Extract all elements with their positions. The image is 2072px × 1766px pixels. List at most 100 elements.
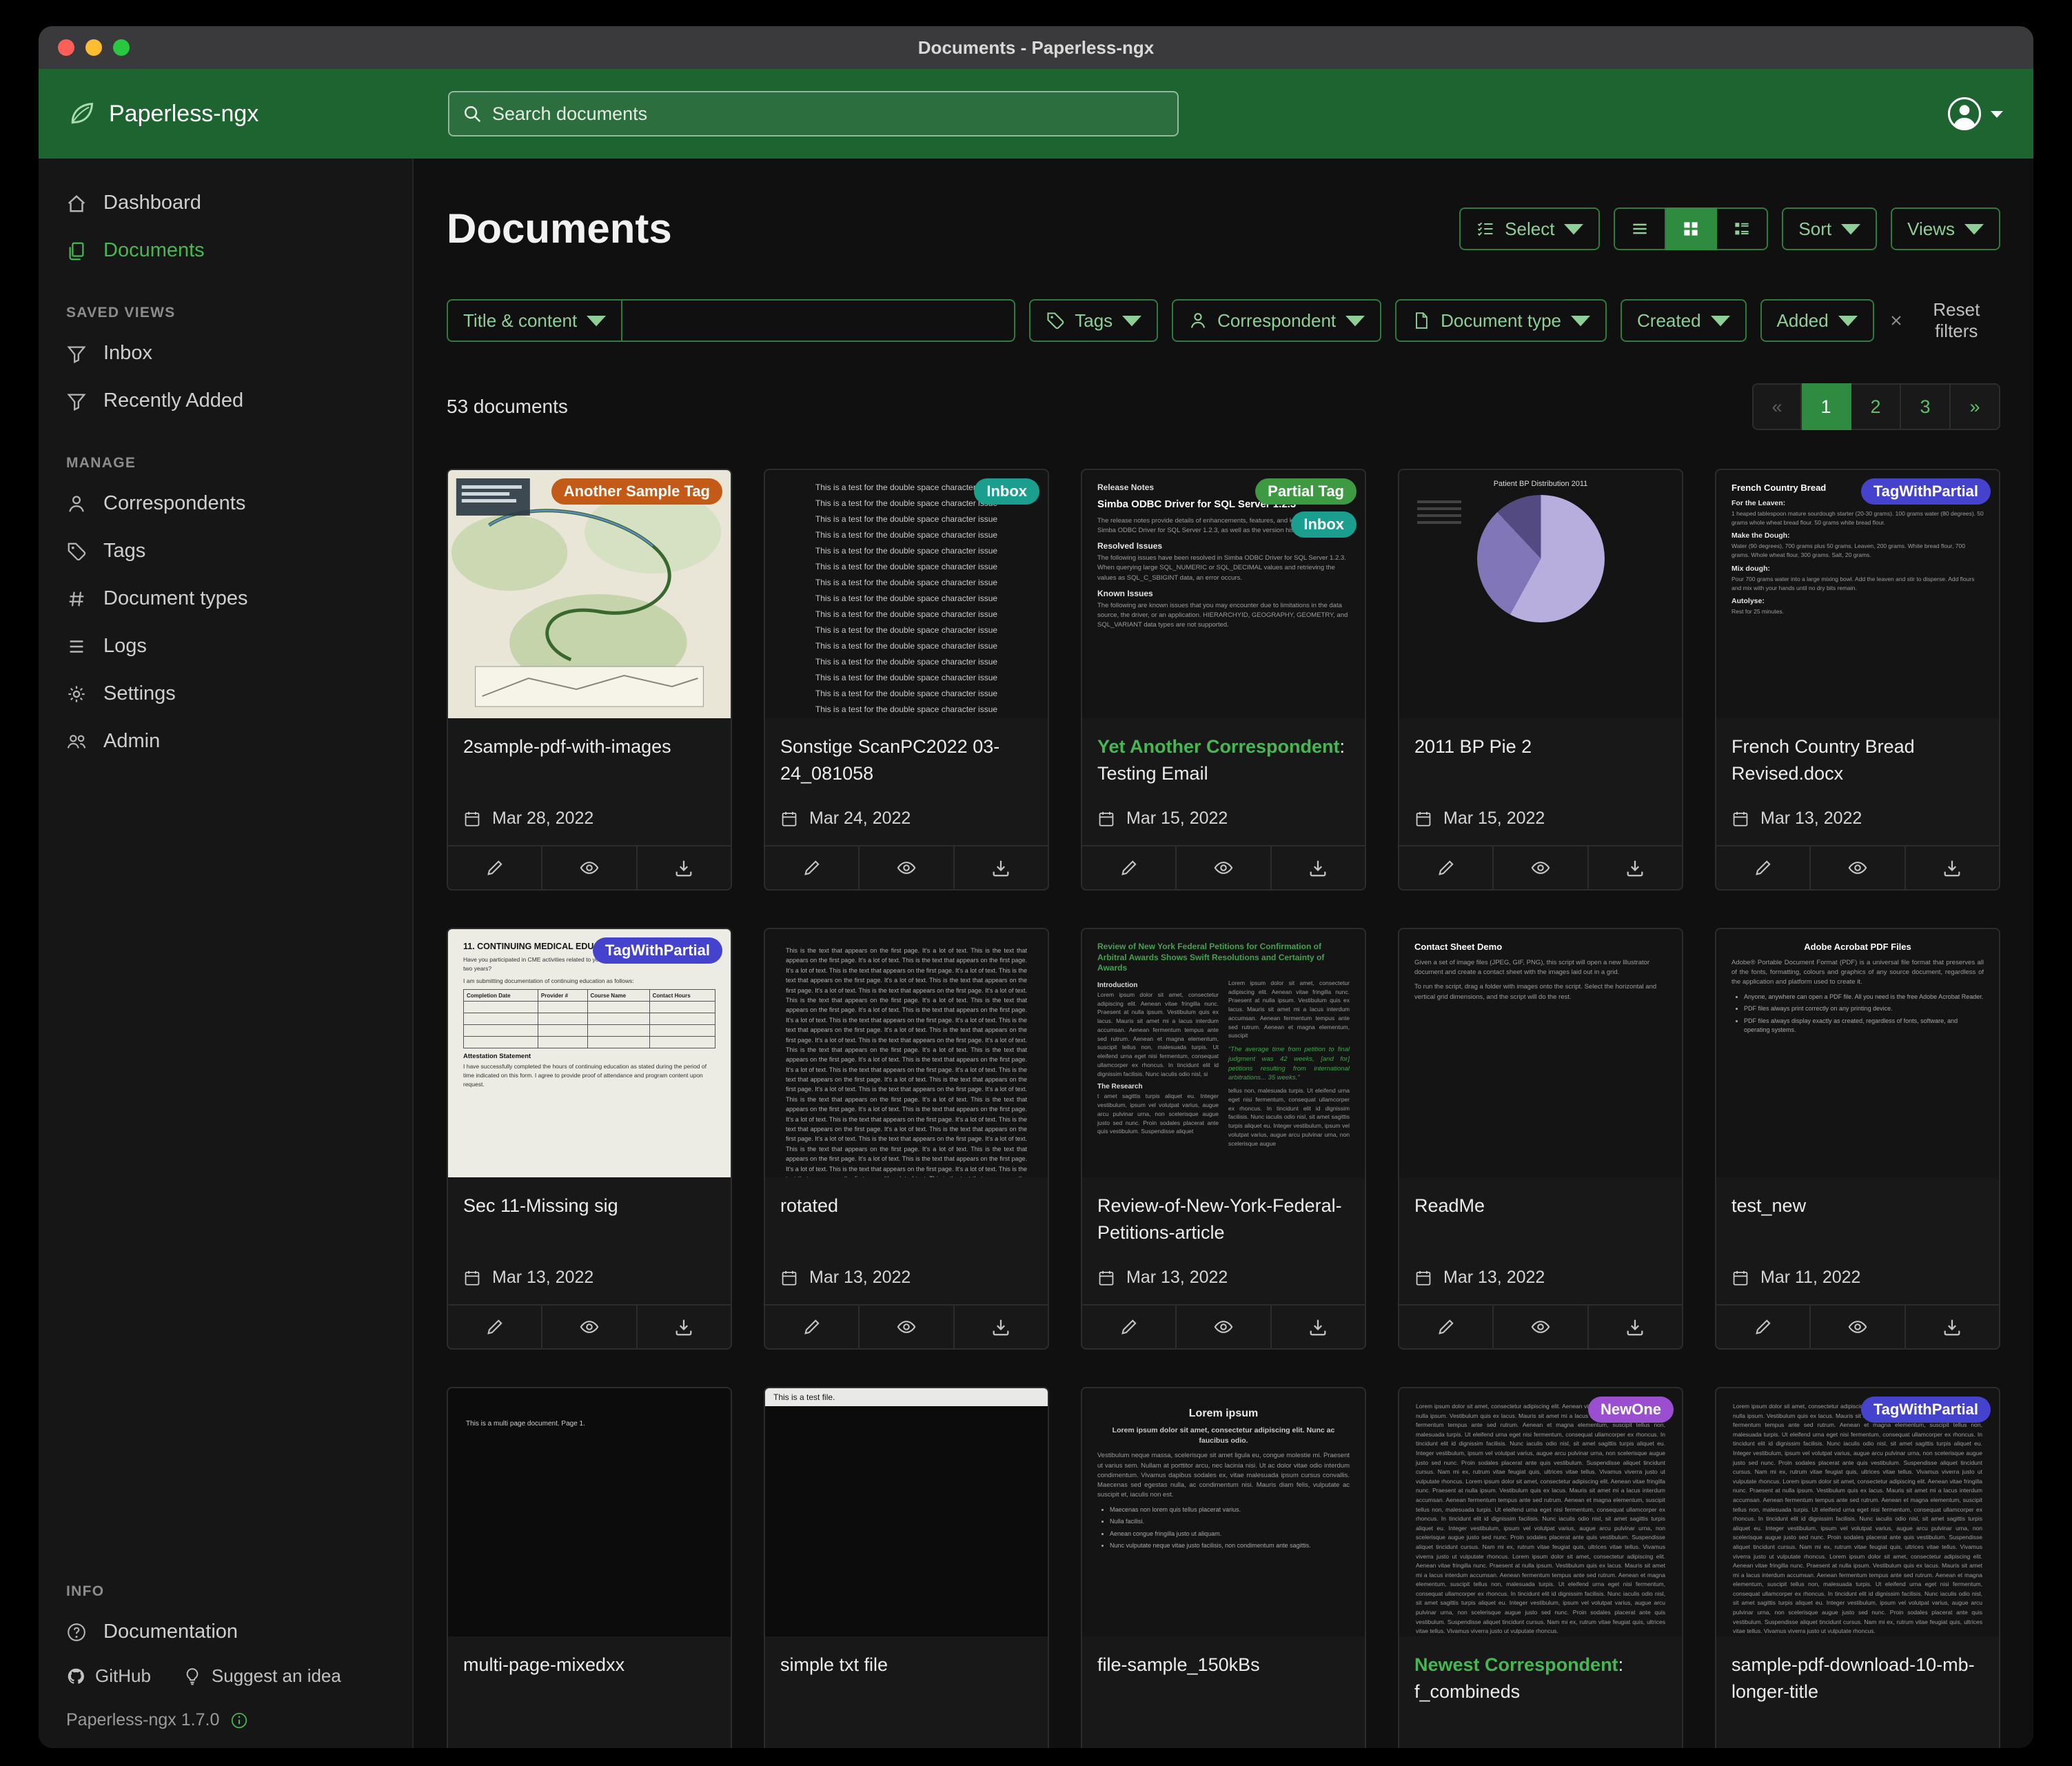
- views-dropdown[interactable]: Views: [1891, 207, 2000, 250]
- brand[interactable]: Paperless-ngx: [39, 99, 414, 129]
- sidebar-item-documents[interactable]: Documents: [39, 227, 412, 274]
- download-document-button[interactable]: [953, 846, 1048, 889]
- sidebar-item-settings[interactable]: Settings: [39, 670, 412, 718]
- document-type-filter[interactable]: Document type: [1395, 299, 1607, 342]
- edit-document-button[interactable]: [1082, 846, 1175, 889]
- view-document-button[interactable]: [541, 846, 636, 889]
- view-document-button[interactable]: [1492, 846, 1587, 889]
- document-card[interactable]: This is a test for the double space char…: [764, 469, 1049, 891]
- edit-document-button[interactable]: [765, 1306, 858, 1348]
- correspondent-filter[interactable]: Correspondent: [1172, 299, 1381, 342]
- document-title[interactable]: ReadMe: [1399, 1177, 1682, 1224]
- sidebar-item-correspondents[interactable]: Correspondents: [39, 480, 412, 527]
- search-input[interactable]: [492, 103, 1165, 125]
- edit-document-button[interactable]: [1082, 1306, 1175, 1348]
- download-document-button[interactable]: [1587, 846, 1682, 889]
- info-icon[interactable]: [230, 1712, 248, 1729]
- document-correspondent[interactable]: Newest Correspondent: [1414, 1654, 1618, 1675]
- download-document-button[interactable]: [636, 1306, 731, 1348]
- document-title[interactable]: Review-of-New-York-Federal-Petitions-art…: [1082, 1177, 1365, 1250]
- sort-dropdown[interactable]: Sort: [1782, 207, 1877, 250]
- user-menu[interactable]: [1947, 96, 2033, 132]
- edit-document-button[interactable]: [448, 1306, 541, 1348]
- document-card[interactable]: French Country BreadFor the Leaven:1 hea…: [1715, 469, 2000, 891]
- view-document-button[interactable]: [858, 846, 953, 889]
- edit-document-button[interactable]: [1716, 1306, 1809, 1348]
- pagination-page-3[interactable]: 3: [1901, 383, 1951, 430]
- view-document-button[interactable]: [541, 1306, 636, 1348]
- tag-badge[interactable]: Another Sample Tag: [551, 478, 722, 505]
- tag-badge[interactable]: TagWithPartial: [1861, 1397, 1991, 1423]
- fullscreen-window-button[interactable]: [113, 39, 130, 56]
- document-title[interactable]: Newest Correspondent: f_combineds: [1399, 1636, 1682, 1709]
- view-document-button[interactable]: [1492, 1306, 1587, 1348]
- download-document-button[interactable]: [1587, 1306, 1682, 1348]
- download-document-button[interactable]: [1905, 1306, 1999, 1348]
- document-card[interactable]: Another Sample Tag 2sample-pdf-with-image…: [447, 469, 732, 891]
- document-title[interactable]: Sonstige ScanPC2022 03-24_081058: [765, 718, 1048, 791]
- sidebar-item-tags[interactable]: Tags: [39, 527, 412, 575]
- view-detail-button[interactable]: [1717, 207, 1768, 250]
- view-document-button[interactable]: [1809, 1306, 1904, 1348]
- added-filter[interactable]: Added: [1760, 299, 1874, 342]
- tag-badge[interactable]: TagWithPartial: [593, 937, 722, 964]
- sidebar-item-documentation[interactable]: Documentation: [39, 1608, 412, 1656]
- view-document-button[interactable]: [1809, 846, 1904, 889]
- pagination-next[interactable]: »: [1951, 383, 2000, 430]
- download-document-button[interactable]: [1270, 1306, 1365, 1348]
- download-document-button[interactable]: [636, 846, 731, 889]
- download-document-button[interactable]: [1270, 846, 1365, 889]
- created-filter[interactable]: Created: [1621, 299, 1747, 342]
- document-title[interactable]: Yet Another Correspondent: Testing Email: [1082, 718, 1365, 791]
- sidebar-item-document-types[interactable]: Document types: [39, 575, 412, 622]
- minimize-window-button[interactable]: [85, 39, 102, 56]
- document-card[interactable]: Contact Sheet DemoGiven a set of image f…: [1398, 928, 1683, 1350]
- document-card[interactable]: 11. CONTINUING MEDICAL EDUCATIONHave you…: [447, 928, 732, 1350]
- github-link[interactable]: GitHub: [66, 1665, 151, 1687]
- document-card[interactable]: Patient BP Distribution 20112011 BP Pie …: [1398, 469, 1683, 891]
- document-card[interactable]: Lorem ipsumLorem ipsum dolor sit amet, c…: [1081, 1387, 1366, 1748]
- view-document-button[interactable]: [1175, 846, 1270, 889]
- view-document-button[interactable]: [1175, 1306, 1270, 1348]
- document-title[interactable]: Sec 11-Missing sig: [448, 1177, 731, 1224]
- close-window-button[interactable]: [58, 39, 74, 56]
- select-dropdown[interactable]: Select: [1459, 207, 1600, 250]
- edit-document-button[interactable]: [448, 846, 541, 889]
- document-card[interactable]: Adobe Acrobat PDF FilesAdobe® Portable D…: [1715, 928, 2000, 1350]
- download-document-button[interactable]: [1905, 846, 1999, 889]
- document-card[interactable]: This is a test file.simple txt file: [764, 1387, 1049, 1748]
- sidebar-item-admin[interactable]: Admin: [39, 718, 412, 765]
- document-title[interactable]: rotated: [765, 1177, 1048, 1224]
- download-document-button[interactable]: [953, 1306, 1048, 1348]
- suggest-idea-link[interactable]: Suggest an idea: [183, 1665, 341, 1687]
- edit-document-button[interactable]: [1716, 846, 1809, 889]
- document-card[interactable]: Lorem ipsum dolor sit amet, consectetur …: [1398, 1387, 1683, 1748]
- tag-badge[interactable]: TagWithPartial: [1861, 478, 1991, 505]
- document-title[interactable]: 2011 BP Pie 2: [1399, 718, 1682, 764]
- tag-badge[interactable]: Inbox: [974, 478, 1039, 505]
- document-card[interactable]: Release NotesSimba ODBC Driver for SQL S…: [1081, 469, 1366, 891]
- document-card[interactable]: Lorem ipsum dolor sit amet, consectetur …: [1715, 1387, 2000, 1748]
- document-card[interactable]: Review of New York Federal Petitions for…: [1081, 928, 1366, 1350]
- tag-badge[interactable]: Partial Tag: [1255, 478, 1357, 505]
- edit-document-button[interactable]: [1399, 1306, 1492, 1348]
- pagination-page-1[interactable]: 1: [1802, 383, 1851, 430]
- view-document-button[interactable]: [858, 1306, 953, 1348]
- edit-document-button[interactable]: [765, 846, 858, 889]
- sidebar-item-dashboard[interactable]: Dashboard: [39, 179, 412, 227]
- pagination-prev[interactable]: «: [1752, 383, 1802, 430]
- document-title[interactable]: multi-page-mixedxx: [448, 1636, 731, 1683]
- document-title[interactable]: sample-pdf-download-10-mb-longer-title: [1716, 1636, 1999, 1709]
- title-content-input[interactable]: [622, 299, 1015, 342]
- document-title[interactable]: 2sample-pdf-with-images: [448, 718, 731, 764]
- document-card[interactable]: This is the text that appears on the fir…: [764, 928, 1049, 1350]
- document-title[interactable]: test_new: [1716, 1177, 1999, 1224]
- view-grid-button[interactable]: [1666, 207, 1717, 250]
- document-title[interactable]: simple txt file: [765, 1636, 1048, 1683]
- document-correspondent[interactable]: Yet Another Correspondent: [1097, 736, 1340, 757]
- reset-filters-button[interactable]: Reset filters: [1888, 299, 2000, 342]
- sidebar-item-inbox[interactable]: Inbox: [39, 329, 412, 377]
- document-title[interactable]: French Country Bread Revised.docx: [1716, 718, 1999, 791]
- pagination-page-2[interactable]: 2: [1851, 383, 1901, 430]
- document-card[interactable]: This is a multi page document. Page 1.mu…: [447, 1387, 732, 1748]
